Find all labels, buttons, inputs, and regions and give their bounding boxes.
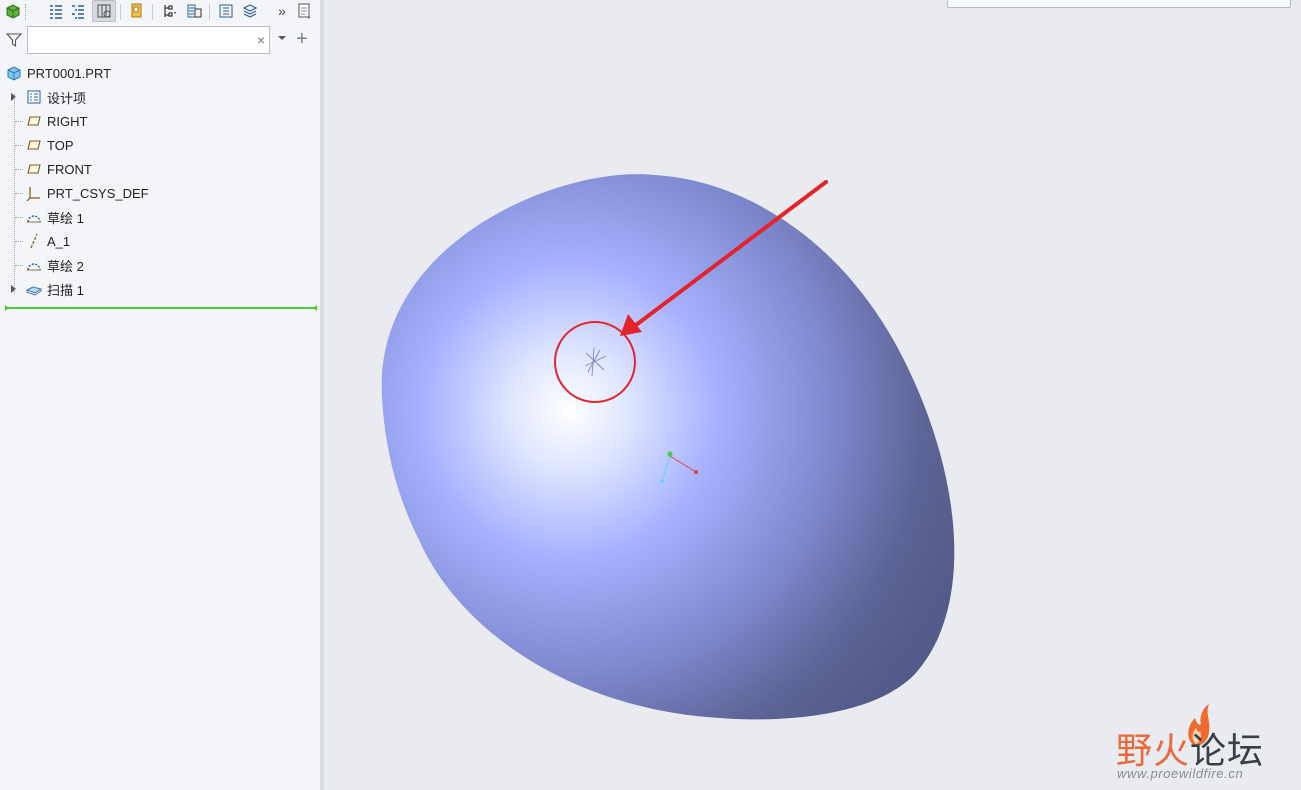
tree-search-input[interactable] <box>27 26 270 54</box>
tree-item-label: PRT_CSYS_DEF <box>47 185 149 201</box>
properties-icon[interactable] <box>294 1 314 21</box>
tree-root[interactable]: PRT0001.PRT <box>0 62 320 84</box>
add-filter-icon[interactable]: + <box>296 28 308 50</box>
tree-item[interactable]: 扫描 1 <box>0 278 320 300</box>
tree-item-label: TOP <box>47 137 74 153</box>
tree-connector <box>15 241 23 242</box>
tree-item[interactable]: RIGHT <box>0 110 320 132</box>
tree-item-label: FRONT <box>47 161 92 177</box>
filter-row: × + <box>0 26 320 56</box>
tree-item-label: 草绘 1 <box>47 210 84 226</box>
tree-indent-icon[interactable] <box>68 1 88 21</box>
tree-filter-icon[interactable] <box>160 1 180 21</box>
layer-tree-icon[interactable] <box>216 1 236 21</box>
watermark-title-part2: 论坛 <box>1190 730 1265 771</box>
sweep-feature-icon <box>25 281 42 298</box>
layers-icon[interactable] <box>240 1 260 21</box>
datum-plane-icon <box>25 137 42 154</box>
insert-here-marker[interactable] <box>5 305 317 311</box>
datum-plane-icon <box>25 113 42 130</box>
tree-root-label: PRT0001.PRT <box>27 65 112 81</box>
tree-item[interactable]: 草绘 1 <box>0 206 320 228</box>
watermark-url: www.proewildfire.cn <box>1117 766 1244 781</box>
sketch-icon <box>25 209 42 226</box>
design-items-icon <box>25 89 42 106</box>
watermark-title-part1: 野火 <box>1116 730 1191 771</box>
part-cube-icon[interactable] <box>3 1 23 21</box>
tree-item[interactable]: FRONT <box>0 158 320 180</box>
datum-axis-icon <box>25 233 42 250</box>
coordinate-system-icon <box>25 185 42 202</box>
part-icon <box>5 65 22 82</box>
tree-connector <box>15 121 23 122</box>
tree-item[interactable]: 设计项 <box>0 86 320 108</box>
tree-list-icon[interactable] <box>46 1 66 21</box>
tree-item-label: A_1 <box>47 233 71 249</box>
view-toolbar-edge[interactable] <box>947 0 1291 8</box>
tree-connector <box>15 145 23 146</box>
tree-item-label: 扫描 1 <box>47 282 84 298</box>
filter-funnel-icon[interactable] <box>6 32 22 48</box>
display-style-icon[interactable] <box>184 1 204 21</box>
model-tree-panel: » × + PRT0001.PRT 设计项 RIGHT TOP FRONT PRT_CS… <box>0 0 321 790</box>
tree-item-label: RIGHT <box>47 113 88 129</box>
tree-connector <box>15 217 23 218</box>
filter-dropdown-icon[interactable] <box>277 34 287 42</box>
tree-connector <box>15 265 23 266</box>
watermark-logo: 野火论坛 www.proewildfire.cn <box>1113 702 1293 784</box>
tree-item-label: 草绘 2 <box>47 258 84 274</box>
tree-item[interactable]: TOP <box>0 134 320 156</box>
graphics-viewport[interactable] <box>324 0 1301 790</box>
tree-connector <box>15 193 23 194</box>
tree-item[interactable]: A_1 <box>0 230 320 252</box>
tree-connector <box>15 169 23 170</box>
tree-item-label: 设计项 <box>47 90 87 106</box>
folder-tree-icon[interactable] <box>126 1 146 21</box>
tree-columns-icon[interactable] <box>92 0 116 22</box>
tree-item[interactable]: 草绘 2 <box>0 254 320 276</box>
clear-search-icon[interactable]: × <box>257 32 265 48</box>
shell-surface-model[interactable] <box>381 174 955 720</box>
sketch-icon <box>25 257 42 274</box>
datum-plane-icon <box>25 161 42 178</box>
tree-item[interactable]: PRT_CSYS_DEF <box>0 182 320 204</box>
toolbar-overflow-button[interactable]: » <box>272 1 292 21</box>
model-tree-toolbar: » <box>0 0 320 24</box>
